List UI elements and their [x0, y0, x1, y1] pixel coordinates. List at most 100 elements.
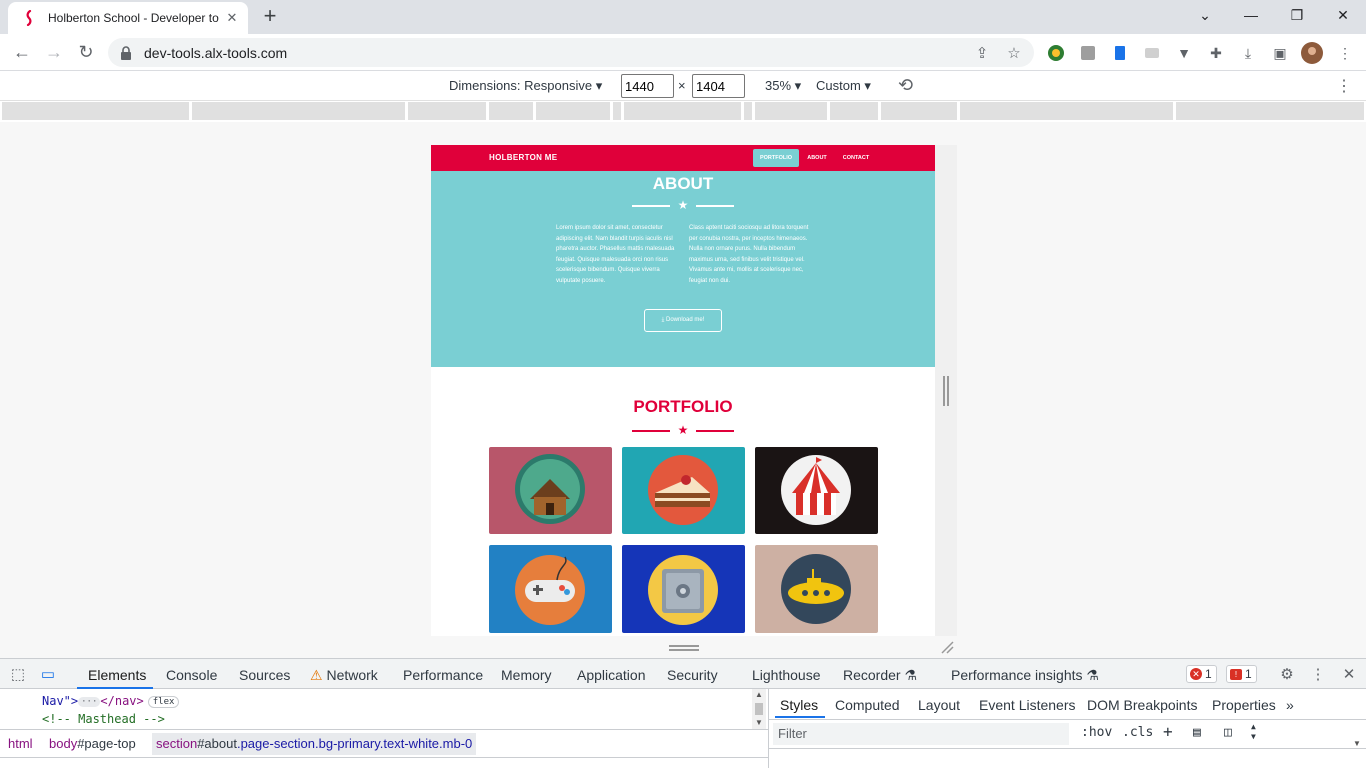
tab-console[interactable]: Console: [166, 667, 217, 683]
devtools-menu-icon[interactable]: ⋮: [1309, 665, 1327, 683]
device-toggle-icon[interactable]: ▭: [39, 665, 57, 683]
close-devtools-icon[interactable]: ✕: [1340, 665, 1358, 683]
tab-close-icon[interactable]: ✕: [224, 10, 240, 26]
media-query-segment[interactable]: [881, 102, 957, 120]
media-query-segment[interactable]: [536, 102, 610, 120]
media-query-segment[interactable]: [408, 102, 486, 120]
tab-dom-breakpoints[interactable]: DOM Breakpoints: [1087, 697, 1197, 713]
crumb-classes: .page-section.bg-primary.text-white.mb-0: [236, 736, 473, 751]
bookmark-star-icon[interactable]: ☆: [1004, 43, 1024, 63]
extension-photo-icon[interactable]: [1077, 42, 1099, 64]
tab-lighthouse[interactable]: Lighthouse: [752, 667, 821, 683]
errors-badge[interactable]: ✕ 1: [1186, 665, 1217, 683]
width-input[interactable]: [621, 74, 674, 98]
elements-tree[interactable]: Nav"> ··· </nav> flex <!-- Masthead -->: [0, 689, 768, 729]
extension-v-icon[interactable]: ▼: [1173, 42, 1195, 64]
tab-sources[interactable]: Sources: [239, 667, 290, 683]
throttle-dropdown[interactable]: Custom ▾: [816, 78, 871, 94]
tab-computed[interactable]: Computed: [835, 697, 900, 713]
resize-corner-icon[interactable]: [940, 640, 954, 654]
more-tabs-icon[interactable]: »: [1286, 697, 1294, 713]
toggle-sidebar-icon[interactable]: ◫: [1224, 725, 1232, 740]
tab-performance-insights[interactable]: Performance insights ⚗: [951, 667, 1099, 684]
inspect-element-icon[interactable]: ⬚: [9, 665, 27, 683]
close-window-button[interactable]: ✕: [1320, 0, 1366, 30]
styles-filter-input[interactable]: Filter: [773, 723, 1069, 745]
media-query-segment[interactable]: [489, 102, 533, 120]
portfolio-item-submarine[interactable]: [755, 545, 878, 633]
tab-properties[interactable]: Properties: [1212, 697, 1276, 713]
media-query-segment[interactable]: [960, 102, 1173, 120]
collapsed-ellipsis[interactable]: ···: [78, 696, 101, 707]
extension-doc-icon[interactable]: [1109, 42, 1131, 64]
extension-globe-icon[interactable]: [1045, 42, 1067, 64]
dom-node-nav[interactable]: Nav"> ··· </nav> flex: [42, 694, 180, 708]
side-panel-icon[interactable]: ▣: [1269, 42, 1291, 64]
back-button[interactable]: ←: [10, 40, 34, 64]
elements-scrollbar[interactable]: ▲ ▼: [752, 689, 766, 729]
reload-button[interactable]: ↻: [74, 40, 98, 64]
class-toggle[interactable]: .cls: [1122, 725, 1153, 740]
tab-recorder[interactable]: Recorder ⚗: [843, 667, 917, 684]
media-query-segment[interactable]: [2, 102, 189, 120]
media-query-segment[interactable]: [613, 102, 621, 120]
resize-handle-right[interactable]: [943, 376, 949, 406]
extensions-puzzle-icon[interactable]: ✚: [1205, 42, 1227, 64]
nav-about[interactable]: ABOUT: [805, 149, 829, 167]
settings-gear-icon[interactable]: ⚙: [1278, 665, 1296, 683]
tab-event-listeners[interactable]: Event Listeners: [979, 697, 1076, 713]
address-bar[interactable]: dev-tools.alx-tools.com ⇪ ☆: [108, 38, 1034, 67]
extension-gray-icon[interactable]: [1141, 42, 1163, 64]
portfolio-item-cabin[interactable]: [489, 447, 612, 534]
media-query-segment[interactable]: [755, 102, 827, 120]
tab-layout[interactable]: Layout: [918, 697, 960, 713]
tab-search-chevron-icon[interactable]: ⌄: [1182, 0, 1228, 30]
portfolio-item-cake[interactable]: [622, 447, 745, 534]
pane-scroll-down-icon[interactable]: ▼: [1353, 739, 1361, 748]
tab-network[interactable]: ⚠ Network: [310, 667, 378, 684]
breadcrumb-section[interactable]: section#about.page-section.bg-primary.te…: [152, 733, 477, 755]
nav-contact[interactable]: CONTACT: [839, 149, 873, 167]
browser-tab[interactable]: Holberton School - Developer to ✕: [8, 2, 248, 34]
dom-comment-masthead[interactable]: <!-- Masthead -->: [42, 712, 165, 726]
forward-button[interactable]: →: [42, 40, 66, 64]
new-rule-icon[interactable]: +: [1163, 722, 1173, 741]
media-query-segment[interactable]: [830, 102, 878, 120]
restore-button[interactable]: ❐: [1274, 0, 1320, 30]
tab-security[interactable]: Security: [667, 667, 718, 683]
media-query-segment[interactable]: [192, 102, 405, 120]
new-tab-button[interactable]: +: [258, 5, 282, 29]
tab-performance[interactable]: Performance: [403, 667, 483, 683]
minimize-button[interactable]: —: [1228, 0, 1274, 30]
tab-elements[interactable]: Elements: [88, 667, 146, 683]
device-toolbar-menu-icon[interactable]: ⋮: [1336, 76, 1352, 96]
portfolio-item-safe[interactable]: [622, 545, 745, 633]
breadcrumb-html[interactable]: html: [8, 736, 33, 751]
profile-avatar[interactable]: [1301, 42, 1323, 64]
height-input[interactable]: [692, 74, 745, 98]
tab-memory[interactable]: Memory: [501, 667, 552, 683]
hover-state-toggle[interactable]: :hov: [1081, 725, 1112, 740]
portfolio-item-controller[interactable]: [489, 545, 612, 633]
download-icon[interactable]: ⤓: [1237, 42, 1259, 64]
browser-menu-icon[interactable]: ⋮: [1334, 42, 1356, 64]
tab-application[interactable]: Application: [577, 667, 646, 683]
zoom-dropdown[interactable]: 35% ▾: [765, 78, 801, 94]
dimensions-dropdown[interactable]: Dimensions: Responsive ▾: [449, 78, 602, 94]
issues-badge[interactable]: ! 1: [1226, 665, 1257, 683]
media-query-segment[interactable]: [624, 102, 741, 120]
media-query-segment[interactable]: [1176, 102, 1364, 120]
portfolio-item-circus[interactable]: [755, 447, 878, 534]
share-icon[interactable]: ⇪: [972, 43, 992, 63]
rotate-icon[interactable]: ⟲: [898, 75, 913, 96]
resize-handle-bottom[interactable]: [669, 645, 699, 651]
breadcrumb-body[interactable]: body#page-top: [49, 736, 136, 751]
flex-badge[interactable]: flex: [147, 695, 180, 708]
paint-roller-icon[interactable]: ▤: [1193, 725, 1201, 740]
tab-styles[interactable]: Styles: [780, 697, 818, 713]
nav-portfolio[interactable]: PORTFOLIO: [753, 149, 799, 167]
styles-scroll-arrows-icon[interactable]: ▲ ▼: [1251, 722, 1256, 742]
site-brand[interactable]: HOLBERTON ME: [489, 153, 557, 162]
download-button[interactable]: ⤓ Download me!: [644, 309, 722, 332]
media-query-segment[interactable]: [744, 102, 752, 120]
